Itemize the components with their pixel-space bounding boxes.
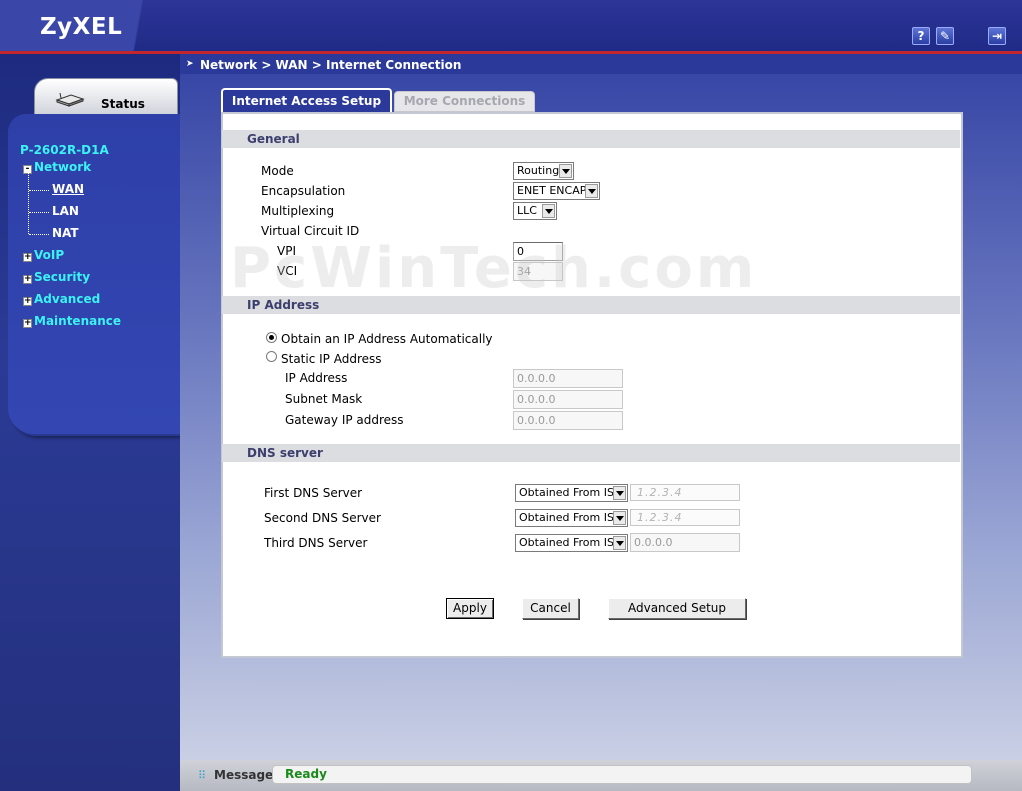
ip-address-input[interactable]: 0.0.0.0 xyxy=(513,369,623,388)
encapsulation-label: Encapsulation xyxy=(261,184,346,198)
expand-icon[interactable]: + xyxy=(23,275,32,284)
static-ip-radio[interactable] xyxy=(266,351,277,362)
expand-icon[interactable]: + xyxy=(23,319,32,328)
third-dns-label: Third DNS Server xyxy=(264,536,368,550)
breadcrumb-arrow-icon: ➤ xyxy=(186,59,194,69)
apply-button[interactable]: Apply xyxy=(446,598,494,619)
chevron-down-icon xyxy=(542,204,555,218)
grip-icon: ⠿ xyxy=(198,769,207,782)
sidebar-item-nat[interactable]: NAT xyxy=(52,226,79,240)
sidebar-item-network[interactable]: - Network xyxy=(23,160,91,174)
ip-address-label: IP Address xyxy=(285,371,348,385)
sidebar-item-wan[interactable]: WAN xyxy=(52,182,84,196)
static-ip-label: Static IP Address xyxy=(281,352,382,366)
encapsulation-select[interactable]: ENET ENCAP xyxy=(513,182,600,200)
gateway-input[interactable]: 0.0.0.0 xyxy=(513,411,623,430)
multiplexing-select[interactable]: LLC xyxy=(513,202,557,220)
message-box: Ready xyxy=(272,765,972,784)
auto-ip-label: Obtain an IP Address Automatically xyxy=(281,332,493,346)
breadcrumb: Network > WAN > Internet Connection xyxy=(200,58,462,72)
logout-icon[interactable]: ⇥ xyxy=(988,27,1006,45)
sidebar-item-voip[interactable]: + VoIP xyxy=(23,248,64,262)
first-dns-ip-field[interactable]: 1.2.3.4 xyxy=(630,484,740,501)
device-name: P-2602R-D1A xyxy=(20,143,109,157)
sidebar-item-advanced[interactable]: + Advanced xyxy=(23,292,100,306)
sidebar: Status P-2602R-D1A - Network WAN LAN NAT … xyxy=(0,54,180,791)
sidebar-item-maintenance[interactable]: + Maintenance xyxy=(23,314,121,328)
cancel-button[interactable]: Cancel xyxy=(522,598,579,619)
expand-icon[interactable]: + xyxy=(23,253,32,262)
chevron-down-icon xyxy=(613,536,626,550)
sidebar-item-lan[interactable]: LAN xyxy=(52,204,79,218)
router-icon xyxy=(55,93,85,107)
status-bar: ⠿ Message Ready xyxy=(180,760,1022,791)
gateway-label: Gateway IP address xyxy=(285,413,404,427)
advanced-setup-button[interactable]: Advanced Setup xyxy=(608,598,746,619)
second-dns-label: Second DNS Server xyxy=(264,511,381,525)
help-icon[interactable]: ? xyxy=(912,27,930,45)
first-dns-label: First DNS Server xyxy=(264,486,363,500)
section-dns-server: DNS server xyxy=(222,444,960,462)
second-dns-ip-field[interactable]: 1.2.3.4 xyxy=(630,509,740,526)
tab-internet-access-setup[interactable]: Internet Access Setup xyxy=(221,88,392,113)
auto-ip-radio[interactable] xyxy=(266,332,277,343)
chevron-down-icon xyxy=(585,184,598,198)
sidebar-item-security[interactable]: + Security xyxy=(23,270,90,284)
third-dns-select[interactable]: Obtained From ISP xyxy=(515,534,628,552)
multiplexing-label: Multiplexing xyxy=(261,204,335,218)
wizard-icon[interactable]: ✎ xyxy=(936,27,954,45)
watermark: PcWinTech.com xyxy=(230,236,758,301)
third-dns-ip-field[interactable]: 0.0.0.0 xyxy=(630,533,740,552)
zyxel-logo: ZyXEL xyxy=(40,14,123,40)
mode-label: Mode xyxy=(261,164,294,178)
second-dns-select[interactable]: Obtained From ISP xyxy=(515,509,628,527)
section-general: General xyxy=(222,130,960,148)
expand-icon[interactable]: + xyxy=(23,297,32,306)
tab-more-connections[interactable]: More Connections xyxy=(394,91,535,112)
chevron-down-icon xyxy=(559,164,572,178)
subnet-mask-input[interactable]: 0.0.0.0 xyxy=(513,390,623,409)
mode-select[interactable]: Routing xyxy=(513,162,574,180)
chevron-down-icon xyxy=(613,486,626,500)
chevron-down-icon xyxy=(613,511,626,525)
breadcrumb-bar: ➤ Network > WAN > Internet Connection xyxy=(180,54,1022,74)
status-label: Status xyxy=(101,97,145,111)
top-header: ZyXEL ? ✎ ⇥ xyxy=(0,0,1022,53)
message-label: Message xyxy=(214,768,274,782)
first-dns-select[interactable]: Obtained From ISP xyxy=(515,484,628,502)
subnet-mask-label: Subnet Mask xyxy=(285,392,363,406)
